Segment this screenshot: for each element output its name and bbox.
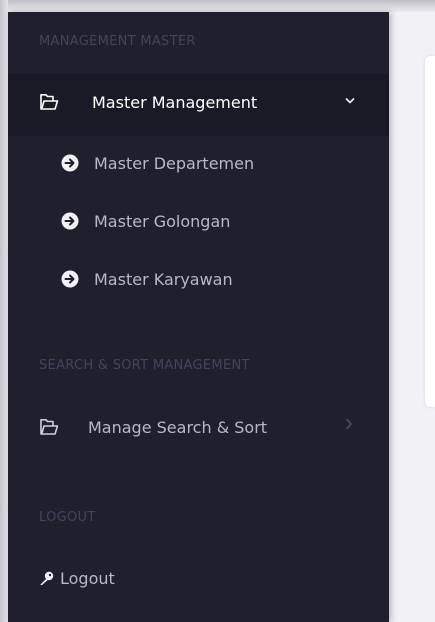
folder-open-icon: [38, 92, 60, 112]
logout-label: Logout: [60, 569, 115, 588]
logout-link[interactable]: Logout: [38, 569, 115, 588]
menu-item-manage-search-sort[interactable]: Manage Search & Sort: [38, 417, 358, 437]
arrow-circle-right-icon: [60, 211, 80, 231]
chevron-down-icon[interactable]: [345, 95, 355, 108]
submenu-item-label: Master Departemen: [94, 153, 255, 173]
key-icon: [38, 571, 54, 587]
menu-item-master-management[interactable]: Master Management: [38, 92, 358, 112]
section-title-search-sort: SEARCH & SORT MANAGEMENT: [39, 358, 250, 373]
submenu-item-label: Master Karyawan: [94, 269, 233, 289]
submenu-item-master-departemen[interactable]: Master Departemen: [60, 153, 254, 173]
submenu-item-label: Master Golongan: [94, 211, 231, 231]
window-frame-top: [0, 0, 435, 12]
submenu-item-master-karyawan[interactable]: Master Karyawan: [60, 269, 233, 289]
folder-open-icon: [38, 417, 60, 437]
window-frame-left: [0, 0, 8, 622]
content-card: [425, 56, 435, 407]
arrow-circle-right-icon: [60, 153, 80, 173]
chevron-right-icon[interactable]: [345, 418, 353, 434]
submenu-item-master-golongan[interactable]: Master Golongan: [60, 211, 230, 231]
menu-item-label: Master Management: [92, 92, 258, 112]
section-title-logout: LOGOUT: [39, 510, 96, 525]
section-title-management-master: MANAGEMENT MASTER: [39, 34, 196, 49]
arrow-circle-right-icon: [60, 269, 80, 289]
sidebar: MANAGEMENT MASTER Master Management Mast…: [8, 12, 389, 622]
menu-item-label: Manage Search & Sort: [88, 417, 268, 437]
